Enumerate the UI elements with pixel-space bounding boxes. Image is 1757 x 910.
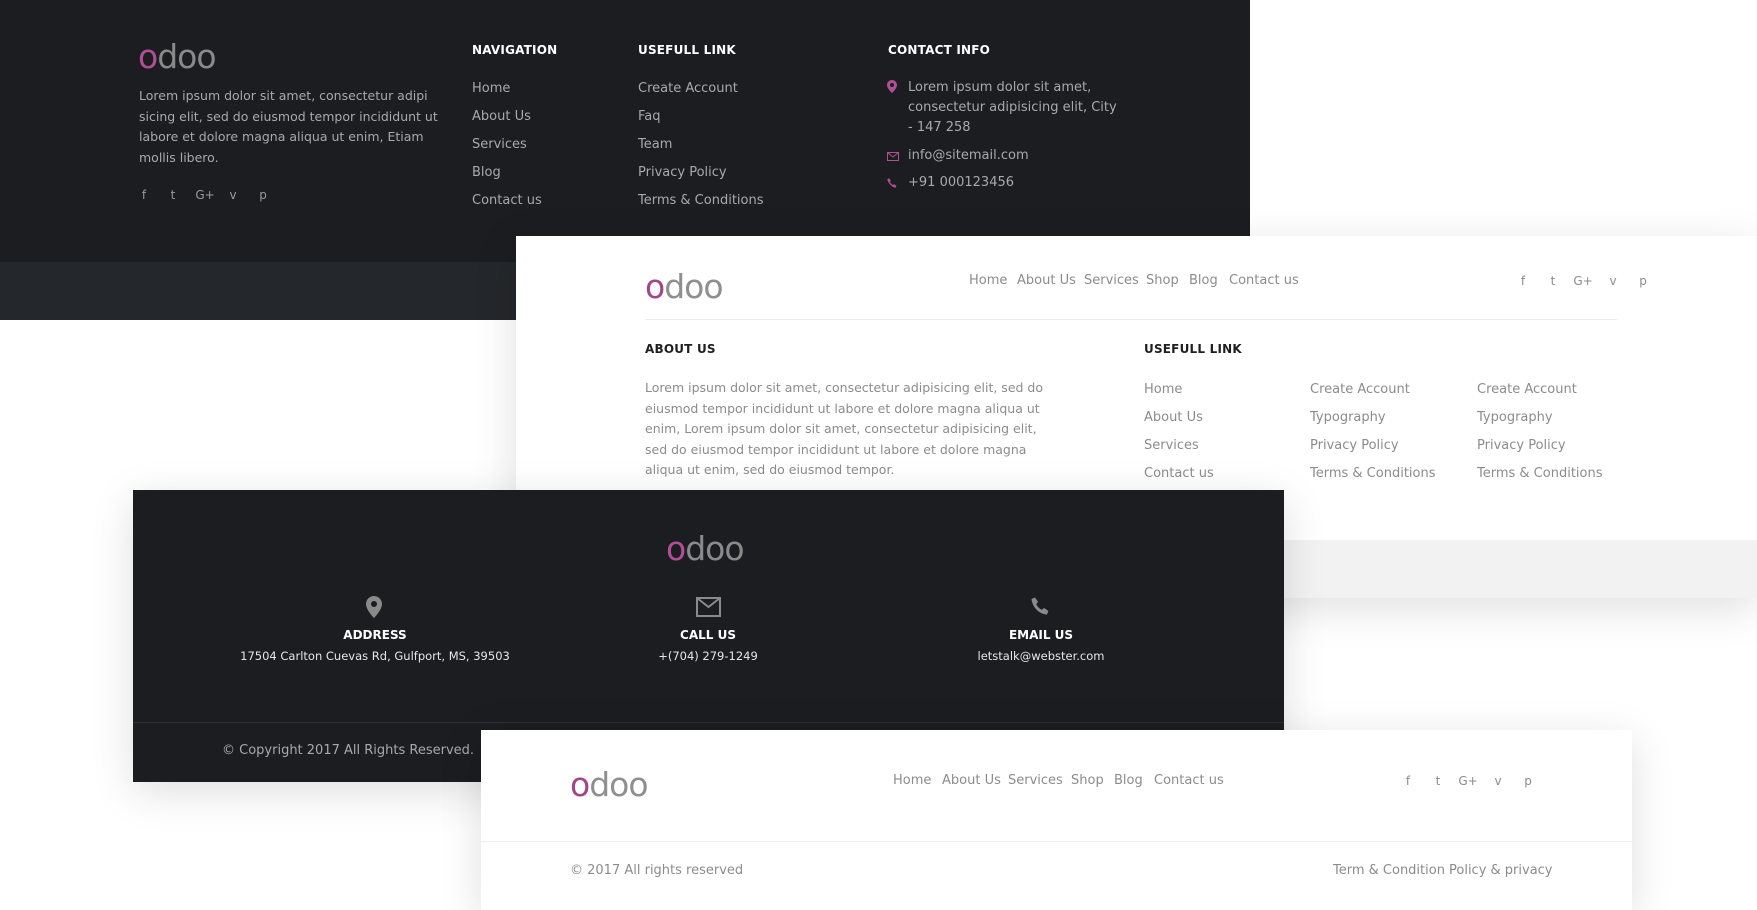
footer3-call-title: CALL US — [680, 628, 736, 642]
phone-icon — [887, 178, 898, 189]
footer2-useful-title: USEFULL LINK — [1144, 342, 1242, 356]
footer1-useful-faq[interactable]: Faq — [638, 109, 661, 124]
footer2-useful-create-account-b[interactable]: Create Account — [1477, 382, 1577, 397]
footer2-nav-shop[interactable]: Shop — [1146, 273, 1179, 288]
footer4-nav-shop[interactable]: Shop — [1071, 773, 1104, 788]
footer2-useful-typography-b[interactable]: Typography — [1477, 410, 1553, 425]
footer2-useful-create-account-a[interactable]: Create Account — [1310, 382, 1410, 397]
facebook-icon[interactable]: f — [1516, 274, 1530, 288]
footer4-nav-contact[interactable]: Contact us — [1154, 773, 1224, 788]
footer2-useful-terms-a[interactable]: Terms & Conditions — [1310, 466, 1436, 481]
footer4-policy-privacy[interactable]: Policy & privacy — [1449, 863, 1553, 878]
footer2-about-text: Lorem ipsum dolor sit amet, consectetur … — [645, 380, 1043, 477]
footer1-nav-about[interactable]: About Us — [472, 109, 531, 124]
footer2-useful-contact[interactable]: Contact us — [1144, 466, 1214, 481]
footer1-useful-create-account[interactable]: Create Account — [638, 81, 738, 96]
google-plus-icon[interactable]: G+ — [1457, 774, 1479, 788]
footer1-nav-title: NAVIGATION — [472, 43, 558, 57]
twitter-icon[interactable]: t — [1431, 774, 1445, 788]
map-marker-icon — [366, 596, 382, 618]
google-plus-icon[interactable]: G+ — [1572, 274, 1594, 288]
twitter-icon[interactable]: t — [1546, 274, 1560, 288]
footer2-nav-services[interactable]: Services — [1084, 273, 1139, 288]
footer1-address-line1: Lorem ipsum dolor sit amet, — [908, 80, 1092, 95]
footer2-useful-about[interactable]: About Us — [1144, 410, 1203, 425]
footer1-useful-team[interactable]: Team — [638, 137, 672, 152]
footer3-email-title: EMAIL US — [1008, 628, 1074, 642]
footer2-useful-terms-b[interactable]: Terms & Conditions — [1477, 466, 1603, 481]
footer2-useful-privacy-a[interactable]: Privacy Policy — [1310, 438, 1399, 453]
phone-icon — [1031, 597, 1051, 617]
footer2-useful-home[interactable]: Home — [1144, 382, 1182, 397]
vimeo-icon[interactable]: v — [226, 188, 240, 202]
vimeo-icon[interactable]: v — [1606, 274, 1620, 288]
footer1-nav-blog[interactable]: Blog — [472, 165, 501, 180]
footer3-address-value: 17504 Carlton Cuevas Rd, Gulfport, MS, 3… — [240, 649, 510, 663]
footer3-address-title: ADDRESS — [343, 628, 407, 642]
footer4-divider — [481, 841, 1632, 842]
twitter-icon[interactable]: t — [166, 188, 180, 202]
footer4-logo[interactable]: odoo — [570, 768, 649, 801]
footer3-divider — [133, 722, 1284, 723]
facebook-icon[interactable]: f — [1401, 774, 1415, 788]
footer1-address-line2: consectetur adipisicing elit, City — [908, 100, 1117, 115]
map-marker-icon — [887, 80, 897, 93]
footer2-about-title: ABOUT US — [645, 342, 716, 356]
pinterest-icon[interactable]: p — [256, 188, 270, 202]
footer1-address-line3: - 147 258 — [908, 120, 971, 135]
footer2-nav-home[interactable]: Home — [969, 273, 1007, 288]
footer3-copyright: © Copyright 2017 All Rights Reserved. — [222, 743, 475, 758]
footer-light-4: odoo Home About Us Services Shop Blog Co… — [481, 730, 1632, 910]
footer3-call-value[interactable]: +(704) 279-1249 — [558, 649, 858, 663]
footer1-about-text: Lorem ipsum dolor sit amet, consectetur … — [139, 88, 438, 165]
footer4-nav-blog[interactable]: Blog — [1114, 773, 1143, 788]
footer2-logo[interactable]: odoo — [645, 270, 724, 303]
footer4-term-condition[interactable]: Term & Condition — [1333, 863, 1445, 878]
pinterest-icon[interactable]: p — [1521, 774, 1535, 788]
footer1-useful-terms[interactable]: Terms & Conditions — [638, 193, 764, 208]
footer2-divider — [645, 319, 1617, 320]
footer3-logo[interactable]: odoo — [666, 532, 745, 565]
google-plus-icon[interactable]: G+ — [194, 188, 216, 202]
footer2-useful-typography-a[interactable]: Typography — [1310, 410, 1386, 425]
footer2-useful-privacy-b[interactable]: Privacy Policy — [1477, 438, 1566, 453]
footer1-phone[interactable]: +91 000123456 — [908, 175, 1014, 190]
footer1-nav-services[interactable]: Services — [472, 137, 527, 152]
footer1-contact-title: CONTACT INFO — [888, 43, 991, 57]
footer4-copyright: © 2017 All rights reserved — [570, 863, 744, 878]
footer4-nav-about[interactable]: About Us — [942, 773, 1001, 788]
envelope-icon — [887, 152, 899, 161]
footer2-useful-services[interactable]: Services — [1144, 438, 1199, 453]
envelope-icon — [696, 597, 721, 617]
pinterest-icon[interactable]: p — [1636, 274, 1650, 288]
footer1-useful-privacy[interactable]: Privacy Policy — [638, 165, 727, 180]
footer4-nav-home[interactable]: Home — [893, 773, 931, 788]
facebook-icon[interactable]: f — [137, 188, 151, 202]
footer1-nav-home[interactable]: Home — [472, 81, 510, 96]
vimeo-icon[interactable]: v — [1491, 774, 1505, 788]
footer1-useful-title: USEFULL LINK — [638, 43, 736, 57]
footer2-nav-contact[interactable]: Contact us — [1229, 273, 1299, 288]
footer4-nav-services[interactable]: Services — [1008, 773, 1063, 788]
footer1-email[interactable]: info@sitemail.com — [908, 148, 1029, 163]
footer1-nav-contact[interactable]: Contact us — [472, 193, 542, 208]
footer1-logo[interactable]: odoo — [138, 40, 217, 73]
footer2-nav-blog[interactable]: Blog — [1189, 273, 1218, 288]
footer3-email-value[interactable]: letstalk@webster.com — [891, 649, 1191, 663]
footer2-nav-about[interactable]: About Us — [1017, 273, 1076, 288]
